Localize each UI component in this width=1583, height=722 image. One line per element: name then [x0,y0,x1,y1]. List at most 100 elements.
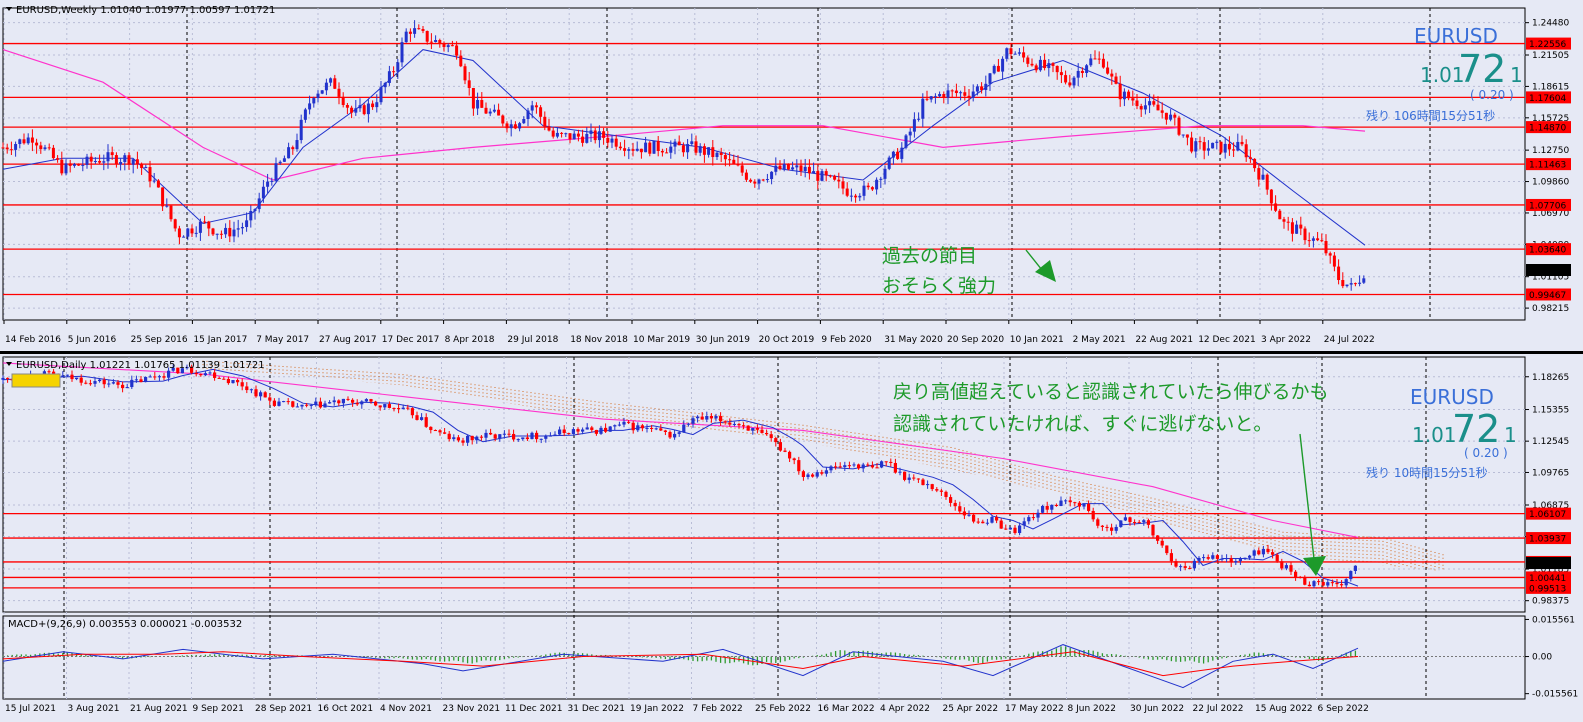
candle-body [953,502,957,507]
level-price-label: 1.06107 [1529,510,1566,520]
candle-body [102,379,106,385]
candle-body [328,402,332,404]
candle-body [47,371,51,373]
candle-body [760,429,764,433]
candle-body [1018,525,1022,534]
candle-body [434,40,438,42]
collapse-triangle-icon[interactable] [6,7,12,11]
level-price-label: 1.03937 [1529,535,1566,545]
x-tick-label: 20 Oct 2019 [759,335,815,345]
candle-body [323,403,327,408]
candle-body [1101,58,1105,68]
candle-body [1131,98,1135,101]
candle-body [551,130,555,137]
candle-body [1225,558,1229,560]
chart-header: EURUSD,Daily 1.01221 1.01765 1.01139 1.0… [16,360,265,371]
candle-body [1077,502,1081,507]
candle-body [912,119,916,132]
candle-body [1005,48,1009,59]
candle-body [9,149,13,151]
candle-body [1280,561,1284,569]
candle-body [93,381,97,384]
candle-body [917,118,921,120]
candle-body [452,437,456,440]
indicator-badge [11,373,61,388]
candle-body [415,415,419,420]
candle-body [1022,52,1026,58]
candle-body [778,442,782,451]
weekly-chart-panel[interactable]: 1.24480 1.21505 1.18615 1.15725 1.12750 1.098… [0,0,1583,351]
candle-body [1215,141,1219,143]
candle-body [337,88,341,97]
candle-body [992,65,996,74]
x-tick-label: 7 Feb 2022 [693,704,743,714]
candle-body [900,147,904,159]
candle-body [447,433,451,440]
candle-body [829,466,833,471]
candle-body [786,163,790,170]
candle-body [526,110,530,120]
candle-body [198,221,202,233]
candle-body [286,401,290,403]
candle-body [774,165,778,172]
candle-body [887,157,891,169]
candle-body [392,407,396,409]
candle-body [765,179,769,181]
candle-body [530,105,534,111]
candle-body [222,378,226,380]
candle-body [1174,561,1178,567]
daily-chart: 1.182651.153551.125451.097651.068751.040… [1,356,1578,714]
candle-body [274,163,278,181]
candle-body [518,123,522,129]
candle-body [1110,73,1114,77]
candle-body [838,466,842,468]
x-tick-label: 3 Apr 2022 [1261,335,1311,345]
candle-body [916,478,920,480]
candle-body [875,467,879,469]
candle-body [1330,582,1334,584]
x-tick-label: 30 Jun 2019 [696,335,750,345]
candle-body [535,432,539,440]
candle-body [320,90,324,94]
candle-body [755,427,759,430]
candle-body [1271,552,1275,555]
candle-body [199,374,203,376]
candle-body [1320,240,1324,242]
candle-body [1091,510,1095,520]
candle-body [1248,157,1252,159]
candle-body [824,171,828,176]
price-big: 72 [1452,407,1500,451]
candle-body [896,151,900,159]
candle-body [1316,238,1320,241]
y-tick-label: 1.15355 [1532,406,1569,416]
candle-body [644,142,648,153]
x-tick-label: 2 May 2021 [1073,335,1126,345]
candle-body [144,376,148,383]
candle-body [976,521,980,523]
candle-body [543,116,547,127]
candle-body [795,165,799,168]
candle-body [803,166,807,172]
candle-body [1127,91,1131,99]
candle-body [694,141,698,153]
candle-body [332,400,336,403]
candle-body [232,229,236,237]
collapse-triangle-icon[interactable] [6,362,12,366]
candle-body [740,165,744,173]
candle-body [645,427,649,429]
candle-body [484,107,488,114]
daily-chart-panel[interactable]: 1.182651.153551.125451.097651.068751.040… [0,354,1583,722]
candle-body [723,154,727,160]
candle-body [374,401,378,406]
candle-body [72,164,76,166]
candle-body [165,205,169,207]
y-tick-label: 0.98215 [1532,304,1569,314]
candle-body [942,94,946,98]
candle-body [861,464,865,469]
candle-body [5,147,9,150]
candle-body [1135,100,1139,107]
candle-body [525,437,529,440]
candle-body [291,401,295,407]
candle-body [502,433,506,435]
candle-body [841,181,845,189]
